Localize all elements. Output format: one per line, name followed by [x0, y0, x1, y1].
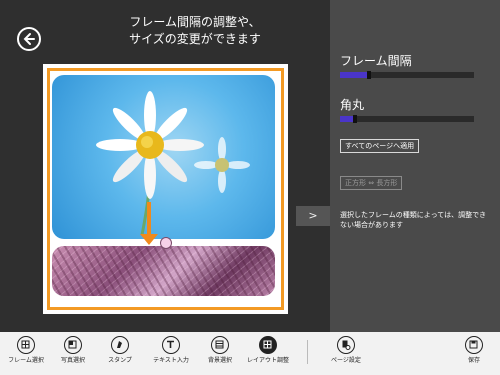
- title-line-1: フレーム間隔の調整や、: [129, 15, 261, 29]
- title-line-2: サイズの変更ができます: [129, 32, 261, 46]
- corner-radius-fill: [340, 116, 353, 122]
- corner-radius-thumb[interactable]: [353, 115, 357, 123]
- editor-area: フレーム間隔の調整や、 サイズの変更ができます >: [0, 0, 330, 332]
- drag-arrow-shaft: [147, 202, 151, 238]
- expand-panel-button[interactable]: >: [296, 206, 330, 226]
- frame-spacing-label: フレーム間隔: [340, 54, 412, 68]
- appbar-divider: [307, 340, 308, 364]
- text-input-label: テキスト入力: [153, 357, 189, 364]
- text-input-button[interactable]: テキスト入力: [143, 336, 199, 365]
- daisy-photo: [96, 91, 250, 236]
- save-icon: [465, 336, 483, 354]
- back-button[interactable]: [17, 27, 41, 51]
- text-icon: [162, 336, 180, 354]
- frame-grid-icon: [17, 336, 35, 354]
- arrow-left-icon: [23, 33, 35, 45]
- corner-label: 角丸: [340, 98, 365, 112]
- settings-panel: [330, 0, 500, 332]
- adjust-note: 選択したフレームの種類によっては、調整できない場合があります: [340, 211, 487, 229]
- square-rect-toggle-button[interactable]: 正方形 ⇔ 長方形: [340, 176, 403, 190]
- background-icon: [211, 336, 229, 354]
- photo-top[interactable]: [52, 75, 275, 239]
- app-bar: フレーム選択 写真選択 スタンプ テキスト入力 背景選択 レイアウト調整 ページ…: [0, 332, 500, 375]
- blossom-texture: [52, 246, 275, 296]
- photo-select-icon: [64, 336, 82, 354]
- drag-arrow-icon: [140, 234, 158, 245]
- stamp-button[interactable]: スタンプ: [92, 336, 148, 365]
- layout-adjust-label: レイアウト調整: [246, 357, 289, 364]
- frame-spacing-thumb[interactable]: [367, 71, 371, 79]
- page-title: フレーム間隔の調整や、 サイズの変更ができます: [70, 14, 320, 48]
- photo-bottom[interactable]: [52, 246, 275, 296]
- layout-icon: [259, 336, 277, 354]
- spacing-drag-handle[interactable]: [160, 237, 172, 249]
- save-button[interactable]: 保存: [446, 336, 500, 365]
- stamp-label: スタンプ: [108, 357, 132, 364]
- layout-adjust-button[interactable]: レイアウト調整: [240, 336, 296, 365]
- page-settings-button[interactable]: ページ設定: [318, 336, 374, 365]
- frame-spacing-fill: [340, 72, 367, 78]
- frame-spacing-slider[interactable]: [340, 71, 474, 79]
- page-canvas: [43, 64, 288, 314]
- page-settings-label: ページ設定: [331, 357, 361, 364]
- save-label: 保存: [467, 357, 480, 364]
- apply-all-pages-button[interactable]: すべてのページへ適用: [340, 139, 420, 153]
- page-settings-icon: [337, 336, 355, 354]
- corner-radius-slider[interactable]: [340, 115, 474, 123]
- stamp-icon: [111, 336, 129, 354]
